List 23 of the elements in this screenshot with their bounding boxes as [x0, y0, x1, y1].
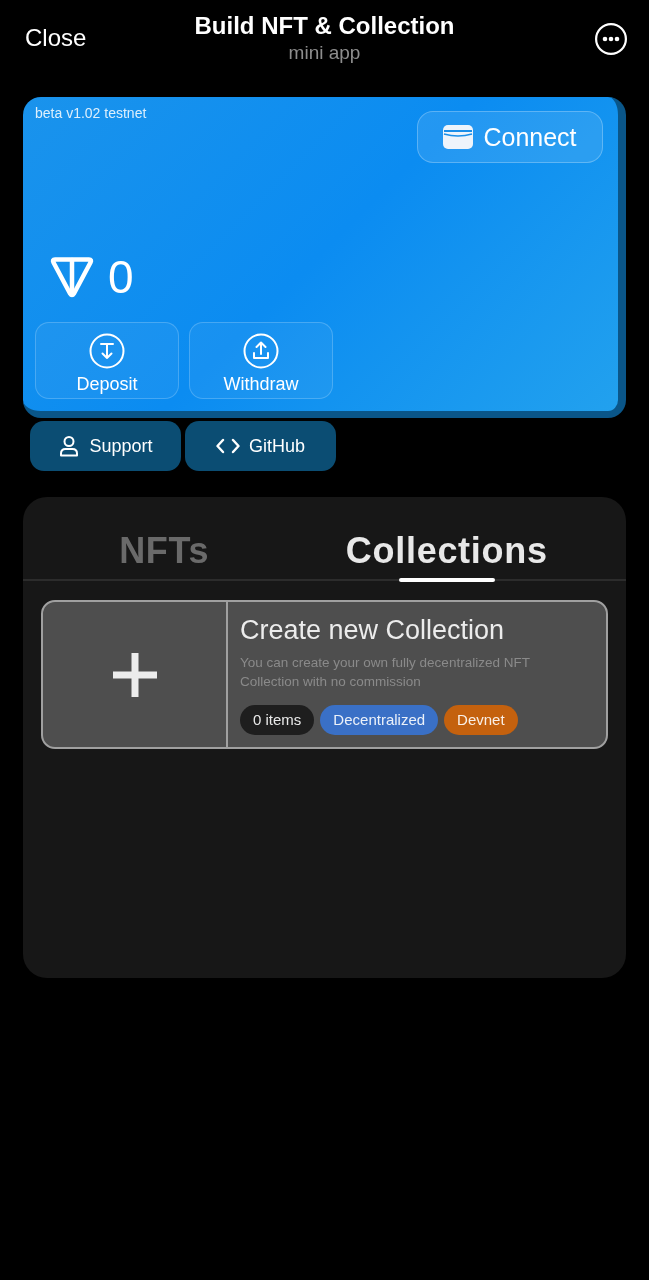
window-subtitle: mini app: [288, 42, 361, 64]
tag: Devnet: [444, 705, 518, 735]
balance-value: 0: [108, 252, 134, 302]
create-collection-card[interactable]: Create new Collection You can create your own fully decentralized NFT Collection with no commission 0 items Decentralized Devnet: [41, 600, 608, 749]
more-icon: [595, 23, 627, 55]
code-icon: [216, 438, 240, 454]
tab[interactable]: Collections: [305, 529, 588, 579]
card-description: You can create your own fully decentralized NFT Collection with no commission: [240, 654, 531, 691]
card-title: Create new Collection: [240, 614, 506, 646]
user-icon: [58, 435, 81, 457]
wallet-icon: [443, 125, 474, 149]
download-icon: [89, 333, 125, 369]
plus-icon: [111, 651, 158, 698]
window-title: Build NFT & Collection: [194, 11, 455, 41]
tag: Decentralized: [320, 705, 439, 735]
more-button[interactable]: [595, 23, 627, 55]
ton-coin-icon: [50, 256, 94, 298]
close-button[interactable]: Close: [25, 24, 87, 52]
tag: 0 items: [240, 705, 315, 735]
support-link[interactable]: Support: [30, 421, 181, 471]
version-label: beta v1.02 testnet: [35, 105, 147, 121]
upload-icon: [243, 333, 279, 369]
github-link[interactable]: GitHub: [185, 421, 336, 471]
